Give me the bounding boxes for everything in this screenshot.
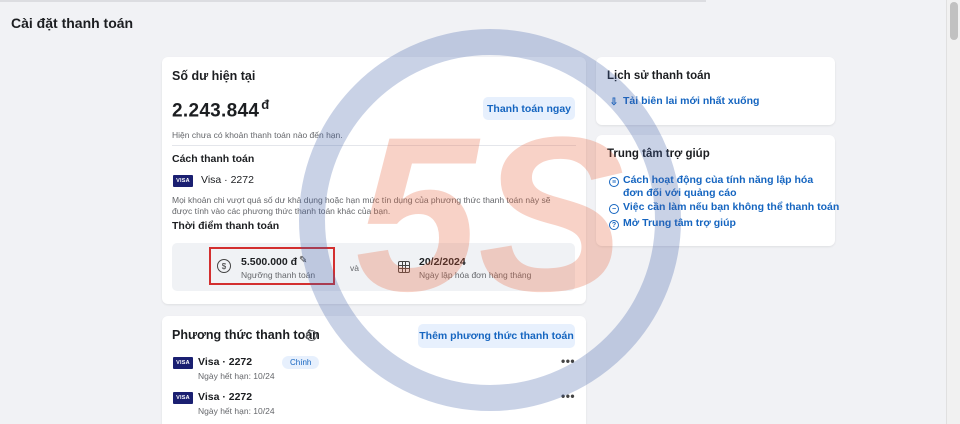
billing-date: 20/2/2024: [419, 256, 466, 268]
dollar-icon: $: [217, 259, 231, 273]
divider: [172, 145, 576, 146]
balance-amount: 2.243.844 đ: [172, 97, 270, 122]
page-title: Cài đặt thanh toán: [11, 15, 134, 31]
more-options-icon[interactable]: •••: [561, 354, 575, 368]
payment-methods-card: Phương thức thanh toán i Thêm phương thứ…: [162, 316, 586, 424]
scroll-thumb[interactable]: [950, 2, 958, 40]
download-icon: ⇩: [609, 96, 619, 108]
minus-circle-icon: −: [609, 204, 619, 214]
visa-card-icon: VISA: [173, 357, 193, 369]
help-title: Trung tâm trợ giúp: [607, 148, 710, 160]
help-link-cannot-pay[interactable]: Việc cần làm nếu bạn không thể thanh toá…: [623, 201, 839, 214]
payment-method-label: Visa · 2272: [198, 356, 253, 368]
payment-method-label: Visa · 2272: [198, 391, 253, 403]
and-text: và: [350, 263, 359, 273]
visa-card-icon: VISA: [173, 392, 193, 404]
calendar-icon: [398, 261, 410, 273]
threshold-label: Ngưỡng thanh toán: [241, 270, 316, 280]
top-divider: [0, 0, 706, 2]
payment-method-heading: Cách thanh toán: [172, 153, 255, 165]
download-receipt-link[interactable]: Tải biên lai mới nhất xuống: [623, 95, 759, 108]
currency-symbol: đ: [261, 97, 270, 112]
billing-date-label: Ngày lập hóa đơn hàng tháng: [419, 270, 532, 280]
add-payment-method-button[interactable]: Thêm phương thức thanh toán: [418, 324, 575, 348]
payment-note: Mọi khoản chi vượt quá số dư khả dụng ho…: [172, 195, 551, 216]
payment-history-card: Lịch sử thanh toán ⇩ Tải biên lai mới nh…: [596, 57, 835, 125]
more-options-icon[interactable]: •••: [561, 389, 575, 403]
vertical-scrollbar[interactable]: [946, 0, 960, 424]
balance-title: Số dư hiện tại: [172, 69, 256, 83]
timing-heading: Thời điểm thanh toán: [172, 220, 280, 232]
edit-pencil-icon[interactable]: ✎: [299, 255, 307, 266]
book-icon: ≡: [609, 177, 619, 187]
balance-status: Hiện chưa có khoản thanh toán nào đến hạ…: [172, 130, 343, 140]
expiry-date: Ngày hết hạn: 10/24: [198, 406, 275, 416]
expiry-date: Ngày hết hạn: 10/24: [198, 371, 275, 381]
history-title: Lịch sử thanh toán: [607, 70, 711, 82]
question-icon: ?: [609, 220, 619, 230]
payment-methods-title: Phương thức thanh toán: [172, 328, 320, 342]
visa-card-icon: VISA: [173, 175, 193, 187]
billing-threshold-box: $ 5.500.000 đ ✎ Ngưỡng thanh toán và 20/…: [172, 243, 575, 291]
help-link-open-center[interactable]: Mở Trung tâm trợ giúp: [623, 217, 736, 230]
card-label: Visa · 2272: [201, 174, 254, 186]
info-icon[interactable]: i: [306, 330, 317, 341]
help-link-billing[interactable]: Cách hoạt động của tính năng lập hóa đơn…: [623, 174, 828, 200]
primary-badge: Chính: [282, 356, 320, 369]
pay-now-button[interactable]: Thanh toán ngay: [483, 97, 575, 120]
help-center-card: Trung tâm trợ giúp ≡ Cách hoạt động của …: [596, 135, 839, 246]
balance-card: Số dư hiện tại 2.243.844 đ Thanh toán nga…: [162, 57, 586, 304]
threshold-value: 5.500.000 đ: [241, 256, 298, 268]
